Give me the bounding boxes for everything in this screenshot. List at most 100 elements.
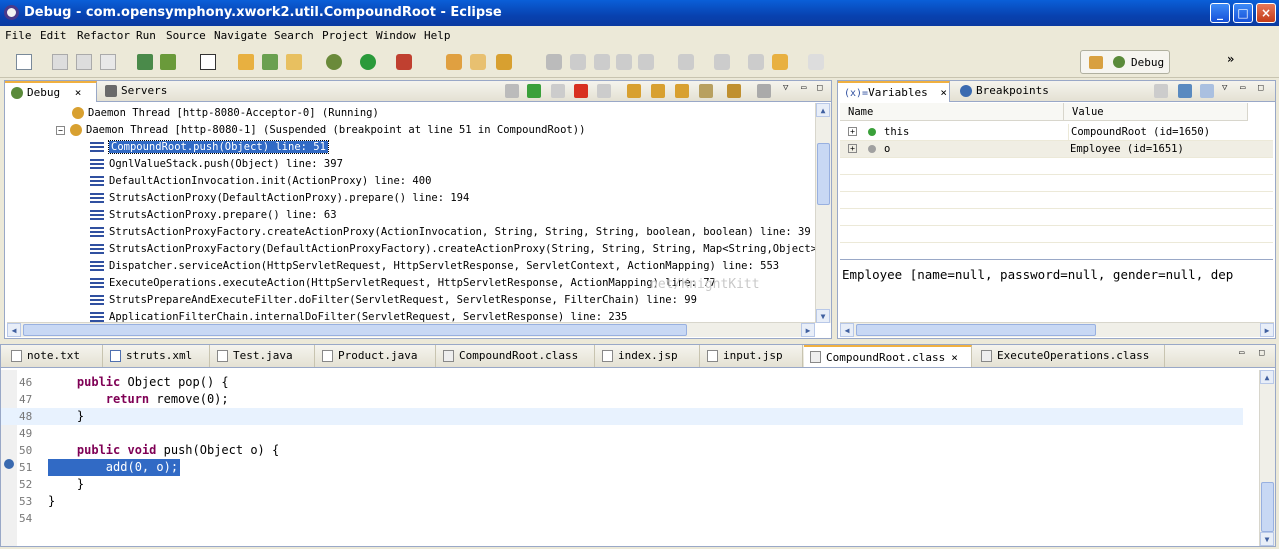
column-header-value[interactable]: Value bbox=[1064, 103, 1248, 121]
back-icon[interactable] bbox=[772, 54, 788, 70]
step-return-icon[interactable] bbox=[675, 84, 689, 98]
stack-frame[interactable]: StrutsPrepareAndExecuteFilter.doFilter(S… bbox=[90, 292, 697, 309]
perspective-overflow[interactable]: » bbox=[1227, 52, 1234, 66]
stack-frame[interactable]: StrutsActionProxy.prepare() line: 63 bbox=[90, 207, 337, 224]
show-logical-structure-icon[interactable] bbox=[1178, 84, 1192, 98]
tab-product-java[interactable]: Product.java bbox=[316, 345, 436, 367]
maximize-button[interactable]: □ bbox=[1233, 3, 1253, 23]
variable-row[interactable]: + o Employee (id=1651) bbox=[840, 141, 1273, 158]
view-menu-icon[interactable]: ▽ bbox=[1222, 83, 1227, 93]
last-edit-icon[interactable] bbox=[748, 54, 764, 70]
remove-terminated-icon[interactable] bbox=[505, 84, 519, 98]
debug-icon[interactable] bbox=[326, 54, 342, 70]
block-icon[interactable] bbox=[616, 54, 632, 70]
maximize-view-icon[interactable]: □ bbox=[1258, 83, 1263, 93]
stack-frame-label[interactable]: StrutsPrepareAndExecuteFilter.doFilter(S… bbox=[109, 294, 697, 306]
open-perspective-icon[interactable] bbox=[1089, 56, 1103, 69]
prev-annotation-icon[interactable] bbox=[714, 54, 730, 70]
menu-navigate[interactable]: Navigate bbox=[214, 29, 267, 42]
stack-frame-label[interactable]: ExecuteOperations.executeAction(HttpServ… bbox=[109, 277, 716, 289]
terminate-icon[interactable] bbox=[574, 84, 588, 98]
perspective-switcher[interactable]: Debug bbox=[1080, 50, 1170, 74]
suspend-icon[interactable] bbox=[551, 84, 565, 98]
pen-icon[interactable] bbox=[570, 54, 586, 70]
scroll-thumb[interactable] bbox=[1261, 482, 1274, 532]
stack-frame-label[interactable]: DefaultActionInvocation.init(ActionProxy… bbox=[109, 175, 431, 187]
thread-acceptor[interactable]: Daemon Thread [http-8080-Acceptor-0] (Ru… bbox=[72, 105, 379, 122]
tab-close-icon[interactable]: × bbox=[951, 351, 958, 364]
tab-input-jsp[interactable]: input.jsp bbox=[701, 345, 803, 367]
annotation-icon[interactable] bbox=[594, 54, 610, 70]
open-type-icon[interactable] bbox=[238, 54, 254, 70]
debug-vscroll[interactable]: ▲ ▼ bbox=[815, 103, 831, 323]
stack-frame[interactable]: CompoundRoot.push(Object) line: 51 bbox=[90, 139, 329, 156]
paragraph-icon[interactable] bbox=[638, 54, 654, 70]
tab-struts-xml[interactable]: struts.xml bbox=[104, 345, 210, 367]
detail-pane[interactable]: Employee [name=null, password=null, gend… bbox=[842, 267, 1233, 282]
menu-search[interactable]: Search bbox=[274, 29, 314, 42]
stack-frame[interactable]: ExecuteOperations.executeAction(HttpServ… bbox=[90, 275, 716, 292]
tab-index-jsp[interactable]: index.jsp bbox=[596, 345, 700, 367]
stack-frame[interactable]: StrutsActionProxyFactory.createActionPro… bbox=[90, 224, 811, 241]
disconnect-icon[interactable] bbox=[597, 84, 611, 98]
tab-compoundroot-class[interactable]: CompoundRoot.class bbox=[437, 345, 595, 367]
step-over-icon[interactable] bbox=[651, 84, 665, 98]
minimize-editor-icon[interactable]: ▭ bbox=[1239, 348, 1244, 358]
stack-frame[interactable]: StrutsActionProxy(DefaultActionProxy).pr… bbox=[90, 190, 469, 207]
resume-icon[interactable] bbox=[527, 84, 541, 98]
menu-help[interactable]: Help bbox=[424, 29, 451, 42]
scroll-left-icon[interactable]: ◀ bbox=[7, 323, 21, 337]
variable-row[interactable]: + this CompoundRoot (id=1650) bbox=[840, 124, 1273, 141]
stack-frame-label[interactable]: StrutsActionProxyFactory(DefaultActionPr… bbox=[109, 243, 815, 255]
stack-frame[interactable]: ApplicationFilterChain.internalDoFilter(… bbox=[90, 309, 627, 323]
stack-frame-label[interactable]: CompoundRoot.push(Object) line: 51 bbox=[108, 140, 329, 154]
stack-frame[interactable]: StrutsActionProxyFactory(DefaultActionPr… bbox=[90, 241, 815, 258]
maximize-editor-icon[interactable]: □ bbox=[1259, 348, 1264, 358]
server-icon[interactable] bbox=[160, 54, 176, 70]
tab-test-java[interactable]: Test.java bbox=[211, 345, 315, 367]
new-icon[interactable] bbox=[16, 54, 32, 70]
tab-variables[interactable]: (x)=Variables × bbox=[838, 81, 950, 102]
step-filters-icon[interactable] bbox=[727, 84, 741, 98]
tab-compoundroot-class-active[interactable]: CompoundRoot.class × bbox=[804, 345, 972, 367]
minimize-view-icon[interactable]: ▭ bbox=[801, 83, 806, 93]
scroll-right-icon[interactable]: ▶ bbox=[1260, 323, 1274, 337]
close-button[interactable]: × bbox=[1256, 3, 1276, 23]
scroll-up-icon[interactable]: ▲ bbox=[1260, 370, 1274, 384]
scroll-thumb[interactable] bbox=[23, 324, 687, 336]
maximize-view-icon[interactable]: □ bbox=[817, 83, 822, 93]
drop-to-frame-icon[interactable] bbox=[699, 84, 713, 98]
stack-frame-label[interactable]: Dispatcher.serviceAction(HttpServletRequ… bbox=[109, 260, 779, 272]
show-type-names-icon[interactable] bbox=[1154, 84, 1168, 98]
menu-refactor[interactable]: Refactor bbox=[77, 29, 130, 42]
step-into-icon[interactable] bbox=[627, 84, 641, 98]
scroll-down-icon[interactable]: ▼ bbox=[1260, 532, 1274, 546]
tab-debug-close[interactable]: × bbox=[75, 86, 82, 99]
external-tools-icon[interactable] bbox=[396, 54, 412, 70]
collapse-icon[interactable]: − bbox=[56, 125, 65, 135]
scroll-left-icon[interactable]: ◀ bbox=[840, 323, 854, 337]
menu-window[interactable]: Window bbox=[376, 29, 416, 42]
next-annotation-icon[interactable] bbox=[678, 54, 694, 70]
toggle-mark-icon[interactable] bbox=[546, 54, 562, 70]
detail-hscroll[interactable]: ◀ ▶ bbox=[840, 322, 1274, 337]
new-class-icon[interactable] bbox=[286, 54, 302, 70]
expand-icon[interactable]: + bbox=[848, 127, 857, 136]
stack-frame-label[interactable]: StrutsActionProxy.prepare() line: 63 bbox=[109, 209, 337, 221]
open-resource-icon[interactable] bbox=[470, 54, 486, 70]
menu-project[interactable]: Project bbox=[322, 29, 368, 42]
thread-suspended[interactable]: − Daemon Thread [http-8080-1] (Suspended … bbox=[56, 122, 585, 139]
stack-frame[interactable]: DefaultActionInvocation.init(ActionProxy… bbox=[90, 173, 431, 190]
menu-source[interactable]: Source bbox=[166, 29, 206, 42]
code-editor[interactable]: 46 public Object pop() { 47 return remov… bbox=[1, 370, 1243, 546]
minimize-button[interactable]: _ bbox=[1210, 3, 1230, 23]
thread-icon[interactable] bbox=[757, 84, 771, 98]
print-icon[interactable] bbox=[100, 54, 116, 70]
open-folder-icon[interactable] bbox=[446, 54, 462, 70]
tab-servers[interactable]: Servers bbox=[99, 81, 173, 102]
menu-file[interactable]: File bbox=[5, 29, 32, 42]
column-header-name[interactable]: Name bbox=[840, 103, 1064, 121]
debug-hscroll[interactable]: ◀ ▶ bbox=[7, 322, 815, 337]
scroll-thumb[interactable] bbox=[817, 143, 830, 205]
view-menu-icon[interactable]: ▽ bbox=[783, 83, 788, 93]
